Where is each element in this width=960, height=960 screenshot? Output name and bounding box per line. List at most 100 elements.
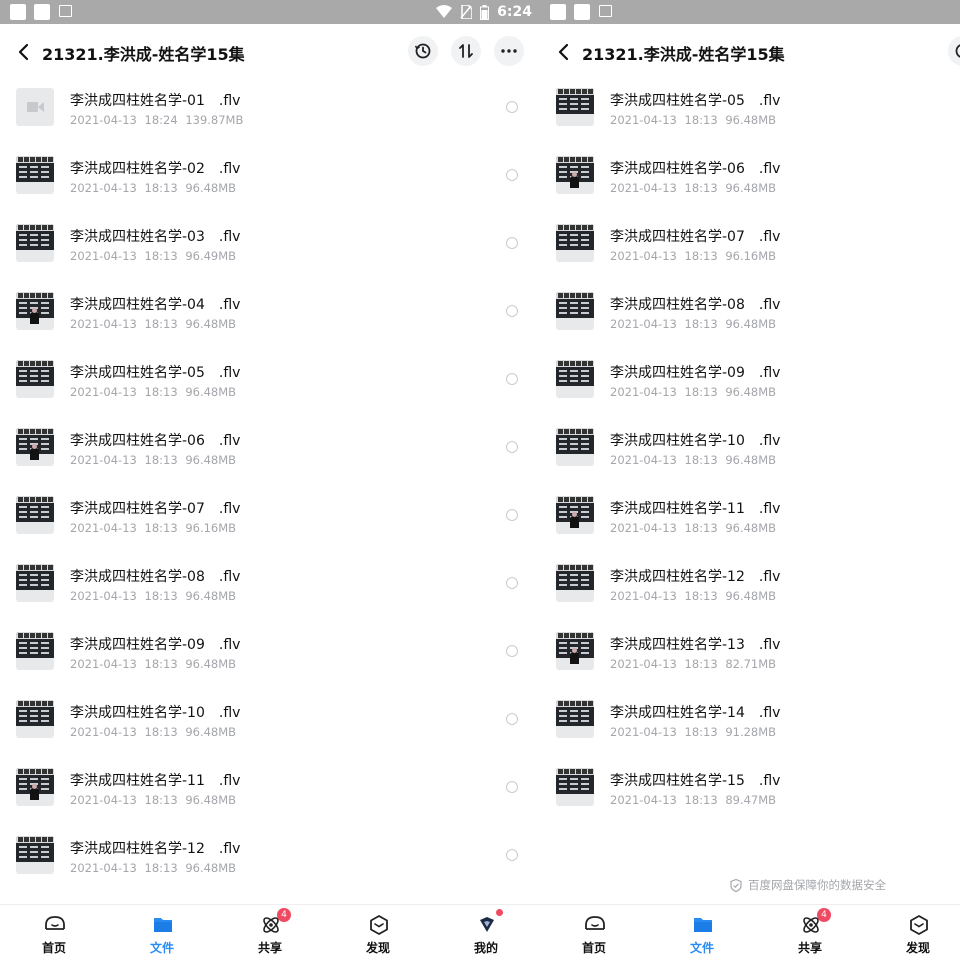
file-row[interactable]: 李洪成四柱姓名学-10 .flv 2021-04-13 18:13 96.48MB bbox=[0, 696, 540, 764]
video-thumbnail bbox=[556, 632, 594, 670]
header-glyph bbox=[42, 497, 47, 502]
board-writing bbox=[570, 370, 578, 372]
status-bar bbox=[540, 0, 960, 24]
file-size: 96.16MB bbox=[725, 249, 777, 263]
board-writing bbox=[19, 380, 27, 382]
file-row[interactable]: 李洪成四柱姓名学-12 .flv 2021-04-13 18:13 96.48MB bbox=[0, 832, 540, 900]
file-row[interactable]: 李洪成四柱姓名学-02 .flv 2021-04-13 18:13 96.48MB bbox=[0, 152, 540, 220]
select-checkbox[interactable] bbox=[506, 577, 518, 589]
header-glyph bbox=[42, 225, 47, 230]
board-writing bbox=[19, 778, 27, 780]
select-checkbox[interactable] bbox=[506, 781, 518, 793]
tab-discover[interactable]: 发现 bbox=[888, 905, 948, 960]
file-size: 96.48MB bbox=[725, 113, 777, 127]
header-glyph bbox=[588, 769, 593, 774]
file-row[interactable]: 李洪成四柱姓名学-09 .flv 2021-04-13 18:13 96.48MB bbox=[0, 628, 540, 696]
file-row[interactable]: 李洪成四柱姓名学-15 .flv 2021-04-13 18:13 89.47MB bbox=[540, 764, 960, 832]
tab-folder[interactable]: 文件 bbox=[672, 905, 732, 960]
right-screen: 21321.李洪成-姓名学15集 李洪成四柱姓名学-04 .flv2021-04… bbox=[540, 0, 960, 960]
tab-share[interactable]: 共享 4 bbox=[780, 905, 840, 960]
file-row[interactable]: 李洪成四柱姓名学-05 .flv 2021-04-13 18:13 96.48MB bbox=[0, 356, 540, 424]
select-checkbox[interactable] bbox=[506, 849, 518, 861]
board-writing bbox=[41, 370, 49, 372]
file-row[interactable]: 李洪成四柱姓名学-11 .flv 2021-04-13 18:13 96.48MB bbox=[540, 492, 960, 560]
tab-home[interactable]: 首页 bbox=[24, 905, 84, 960]
notification-icon bbox=[574, 4, 590, 20]
file-row[interactable]: 李洪成四柱姓名学-09 .flv 2021-04-13 18:13 96.48MB bbox=[540, 356, 960, 424]
back-arrow-icon[interactable] bbox=[554, 41, 574, 63]
file-row[interactable]: 李洪成四柱姓名学-03 .flv 2021-04-13 18:13 96.49MB bbox=[0, 220, 540, 288]
file-date: 2021-04-13 bbox=[70, 317, 137, 331]
file-row[interactable]: 李洪成四柱姓名学-11 .flv 2021-04-13 18:13 96.48MB bbox=[0, 764, 540, 832]
file-name: 李洪成四柱姓名学-01 .flv bbox=[70, 93, 241, 109]
tab-folder[interactable]: 文件 bbox=[132, 905, 192, 960]
board-writing bbox=[41, 720, 49, 722]
board-writing bbox=[570, 307, 578, 309]
file-name: 李洪成四柱姓名学-08 .flv bbox=[610, 297, 781, 313]
notification-icon bbox=[10, 4, 26, 20]
board-writing bbox=[41, 239, 49, 241]
header-glyph bbox=[576, 633, 581, 638]
file-row[interactable]: 李洪成四柱姓名学-06 .flv 2021-04-13 18:13 96.48MB bbox=[0, 424, 540, 492]
file-row[interactable]: 李洪成四柱姓名学-10 .flv 2021-04-13 18:13 96.48MB bbox=[540, 424, 960, 492]
select-checkbox[interactable] bbox=[506, 713, 518, 725]
file-row[interactable]: 李洪成四柱姓名学-07 .flv 2021-04-13 18:13 96.16MB bbox=[0, 492, 540, 560]
file-row[interactable]: 李洪成四柱姓名学-13 .flv 2021-04-13 18:13 82.71MB bbox=[540, 628, 960, 696]
select-checkbox[interactable] bbox=[506, 305, 518, 317]
board-writing bbox=[19, 856, 27, 858]
board-writing bbox=[41, 375, 49, 377]
file-row[interactable]: 李洪成四柱姓名学-06 .flv 2021-04-13 18:13 96.48MB bbox=[540, 152, 960, 220]
file-row[interactable]: 李洪成四柱姓名学-07 .flv 2021-04-13 18:13 96.16MB bbox=[540, 220, 960, 288]
board-writing bbox=[30, 851, 38, 853]
file-row[interactable]: 李洪成四柱姓名学-12 .flv 2021-04-13 18:13 96.48MB bbox=[540, 560, 960, 628]
board-writing bbox=[41, 438, 49, 440]
tab-share[interactable]: 共享 4 bbox=[240, 905, 300, 960]
header-glyph bbox=[18, 769, 23, 774]
select-checkbox[interactable] bbox=[506, 645, 518, 657]
header-glyph bbox=[48, 633, 53, 638]
header-glyph bbox=[42, 293, 47, 298]
board-writing bbox=[19, 715, 27, 717]
header-glyph bbox=[558, 497, 563, 502]
presenter-figure bbox=[30, 788, 39, 800]
board-writing bbox=[581, 788, 589, 790]
select-checkbox[interactable] bbox=[506, 441, 518, 453]
select-checkbox[interactable] bbox=[506, 169, 518, 181]
video-thumbnail bbox=[16, 428, 54, 466]
history-button[interactable] bbox=[948, 36, 960, 66]
tab-discover[interactable]: 发现 bbox=[348, 905, 408, 960]
presenter-head bbox=[32, 784, 37, 789]
header-glyph bbox=[24, 429, 29, 434]
file-size: 96.48MB bbox=[725, 521, 777, 535]
board-writing bbox=[581, 647, 589, 649]
select-checkbox[interactable] bbox=[506, 509, 518, 521]
header-glyph bbox=[18, 225, 23, 230]
file-time: 18:13 bbox=[684, 453, 718, 467]
select-checkbox[interactable] bbox=[506, 237, 518, 249]
board-writing bbox=[41, 710, 49, 712]
history-icon bbox=[414, 43, 431, 59]
board-writing bbox=[41, 312, 49, 314]
header-glyph bbox=[570, 565, 575, 570]
select-checkbox[interactable] bbox=[506, 373, 518, 385]
file-row[interactable]: 李洪成四柱姓名学-05 .flv 2021-04-13 18:13 96.48MB bbox=[540, 84, 960, 152]
header-glyph bbox=[24, 225, 29, 230]
tab-home[interactable]: 首页 bbox=[564, 905, 624, 960]
back-arrow-icon[interactable] bbox=[14, 41, 34, 63]
sort-button[interactable] bbox=[451, 36, 481, 66]
board-writing bbox=[19, 443, 27, 445]
history-button[interactable] bbox=[408, 36, 438, 66]
file-row[interactable]: 李洪成四柱姓名学-01 .flv 2021-04-13 18:24 139.87M… bbox=[0, 84, 540, 152]
more-button[interactable] bbox=[494, 36, 524, 66]
header-glyph bbox=[18, 497, 23, 502]
board-writing bbox=[559, 647, 567, 649]
select-checkbox[interactable] bbox=[506, 101, 518, 113]
board-writing bbox=[570, 239, 578, 241]
file-row[interactable]: 李洪成四柱姓名学-08 .flv 2021-04-13 18:13 96.48MB bbox=[0, 560, 540, 628]
file-row[interactable]: 李洪成四柱姓名学-08 .flv 2021-04-13 18:13 96.48MB bbox=[540, 288, 960, 356]
board-writing bbox=[570, 783, 578, 785]
file-row[interactable]: 李洪成四柱姓名学-14 .flv 2021-04-13 18:13 91.28MB bbox=[540, 696, 960, 764]
tab-profile[interactable]: 我的 bbox=[456, 905, 516, 960]
header-glyph bbox=[582, 701, 587, 706]
file-row[interactable]: 李洪成四柱姓名学-04 .flv 2021-04-13 18:13 96.48MB bbox=[0, 288, 540, 356]
